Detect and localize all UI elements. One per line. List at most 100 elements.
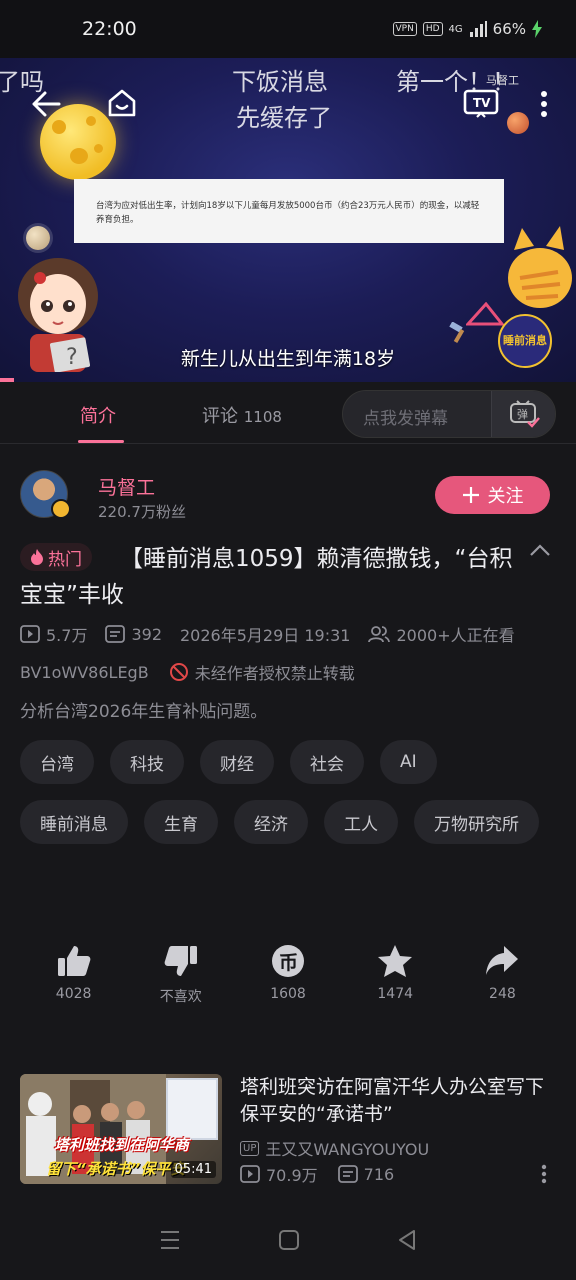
hd-icon: HD (422, 22, 443, 36)
system-nav-bar (0, 1200, 576, 1280)
recommended-danmaku: 716 (337, 1165, 394, 1184)
network-label: 4G (448, 23, 463, 35)
recommended-title[interactable]: 塔利班突访在阿富汗华人办公室写下保平安的“承诺书” (240, 1074, 558, 1128)
danmaku-button-text: 弹 (517, 407, 528, 421)
status-bar: 22:00 VPN HD 4G 66% (0, 0, 576, 58)
tab-comments-count: 1108 (243, 408, 282, 426)
uploader-name[interactable]: 马督工 (98, 473, 155, 500)
tag-chip[interactable]: 睡前消息 (20, 800, 128, 844)
svg-text:币: 币 (279, 952, 298, 974)
vpn-icon: VPN (392, 22, 417, 36)
charging-icon (532, 20, 542, 38)
play-count: 5.7万 (20, 622, 87, 646)
dislike-label: 不喜欢 (159, 989, 202, 1005)
video-meta-secondary: BV1oWV86LEgB 未经作者授权禁止转载 (20, 660, 355, 684)
up-icon: UP (240, 1140, 260, 1156)
home-button[interactable] (102, 84, 142, 122)
follow-label: 关注 (487, 486, 524, 507)
tag-chip[interactable]: 经济 (234, 800, 308, 844)
danmaku-text: 下饭消息 (232, 68, 328, 96)
more-options-button[interactable] (530, 86, 558, 122)
danmaku-count-icon (337, 1165, 358, 1183)
coin-button[interactable]: 币 1608 (234, 944, 341, 1006)
share-icon (486, 946, 519, 975)
cast-button[interactable]: TV (460, 84, 502, 122)
thumbnail-document-image (166, 1078, 218, 1140)
tag-chip[interactable]: 台湾 (20, 740, 94, 784)
notice-text: 台湾为应对低出生率，计划向18岁以下儿童每月发放5000台币（约合23万元人民币… (96, 201, 480, 225)
share-button[interactable]: 248 (449, 944, 556, 1006)
tab-comments[interactable]: 评论 1108 (202, 402, 282, 428)
hot-label: 热门 (48, 549, 82, 570)
thumbnail-caption: 塔利班找到在阿华商 (54, 1136, 190, 1154)
like-icon (57, 946, 90, 976)
tv-cast-icon: TV (463, 89, 499, 118)
recent-apps-icon[interactable] (158, 1229, 182, 1251)
danmaku-count-value: 392 (131, 624, 162, 644)
coin-count: 1608 (270, 986, 306, 1002)
no-repost-notice: 未经作者授权禁止转载 (169, 660, 355, 684)
play-count-value: 5.7万 (46, 626, 88, 645)
danmaku-input[interactable]: 点我发弹幕 弹 (342, 390, 556, 438)
follow-button[interactable]: 关注 (435, 476, 550, 514)
action-bar: 4028 不喜欢 币 1608 1474 248 (20, 944, 556, 1006)
like-button[interactable]: 4028 (20, 944, 127, 1006)
thumbnail-caption: 留下“承诺书”保平安 (46, 1160, 186, 1178)
back-arrow-icon (32, 91, 61, 117)
back-button[interactable] (26, 86, 66, 122)
cat-illustration (508, 226, 572, 308)
video-player[interactable]: 了吗 下饭消息 第一个！！ 先缓存了 马督工 台湾为应对低出生率，计划向18岁以… (0, 58, 576, 382)
home-icon (108, 89, 136, 117)
danmaku-count: 392 (105, 625, 162, 644)
hot-badge[interactable]: 热门 (20, 543, 92, 571)
video-title: 【睡前消息1059】赖清德撒钱，“台积宝宝”丰收 (20, 546, 513, 608)
watching-now: 2000+人正在看 (368, 622, 515, 646)
video-description: 分析台湾2026年生育补贴问题。 (20, 702, 268, 722)
recommended-stats: 70.9万 716 (240, 1162, 394, 1186)
status-icons: VPN HD 4G 66% (392, 20, 542, 38)
recommended-thumbnail[interactable]: 塔利班找到在阿华商 留下“承诺书”保平安 05:41 (20, 1074, 222, 1184)
uploader-avatar[interactable] (20, 470, 71, 519)
news-notice-card: 台湾为应对低出生率，计划向18岁以下儿童每月发放5000台币（约合23万元人民币… (74, 179, 504, 243)
video-stats: 5.7万 392 2026年5月29日 19:31 2000+人正在看 (20, 622, 533, 646)
tag-chip[interactable]: 生育 (144, 800, 218, 844)
signal-icon (469, 21, 487, 37)
tag-chip[interactable]: 万物研究所 (414, 800, 539, 844)
coin-icon: 币 (272, 945, 304, 977)
tag-chip[interactable]: 财经 (200, 740, 274, 784)
more-vertical-icon[interactable] (540, 1164, 548, 1184)
tab-bar: 简介 评论 1108 点我发弹幕 弹 (0, 382, 576, 444)
flame-icon (31, 549, 43, 565)
no-repost-text: 未经作者授权禁止转载 (194, 664, 355, 683)
planet-illustration (507, 112, 529, 134)
back-nav-icon[interactable] (396, 1229, 418, 1251)
danmaku-icon: 弹 (509, 400, 540, 428)
danmaku-settings-button[interactable]: 弹 (491, 391, 555, 437)
home-nav-icon[interactable] (278, 1229, 300, 1251)
viewers-icon (368, 626, 391, 643)
recommended-uploader-name: 王又又WANGYOUYOU (265, 1140, 430, 1159)
tab-intro[interactable]: 简介 (80, 402, 116, 428)
plus-icon (462, 487, 479, 503)
uploader-fans: 220.7万粉丝 (98, 503, 186, 521)
more-vertical-icon (541, 91, 547, 117)
tag-chip[interactable]: AI (380, 740, 437, 784)
collapse-chevron-icon[interactable] (528, 540, 552, 560)
publish-date: 2026年5月29日 19:31 (180, 626, 351, 645)
favorite-button[interactable]: 1474 (342, 944, 449, 1006)
bvid[interactable]: BV1oWV86LEgB (20, 663, 149, 682)
ruler-illustration (466, 302, 504, 326)
star-icon (378, 945, 413, 977)
recommended-plays: 70.9万 (240, 1162, 318, 1186)
share-count: 248 (489, 986, 516, 1002)
recommended-uploader[interactable]: UP 王又又WANGYOUYOU (240, 1136, 429, 1160)
danmaku-text: 先缓存了 (236, 104, 332, 132)
danmaku-placeholder: 点我发弹幕 (363, 409, 448, 429)
video-duration: 05:41 (170, 1161, 216, 1178)
recommended-video-card[interactable]: 塔利班找到在阿华商 留下“承诺书”保平安 05:41 塔利班突访在阿富汗华人办公… (20, 1074, 556, 1186)
tag-chip[interactable]: 工人 (324, 800, 398, 844)
svg-text:TV: TV (473, 96, 491, 110)
tag-chip[interactable]: 社会 (290, 740, 364, 784)
dislike-button[interactable]: 不喜欢 (127, 944, 234, 1006)
tag-chip[interactable]: 科技 (110, 740, 184, 784)
